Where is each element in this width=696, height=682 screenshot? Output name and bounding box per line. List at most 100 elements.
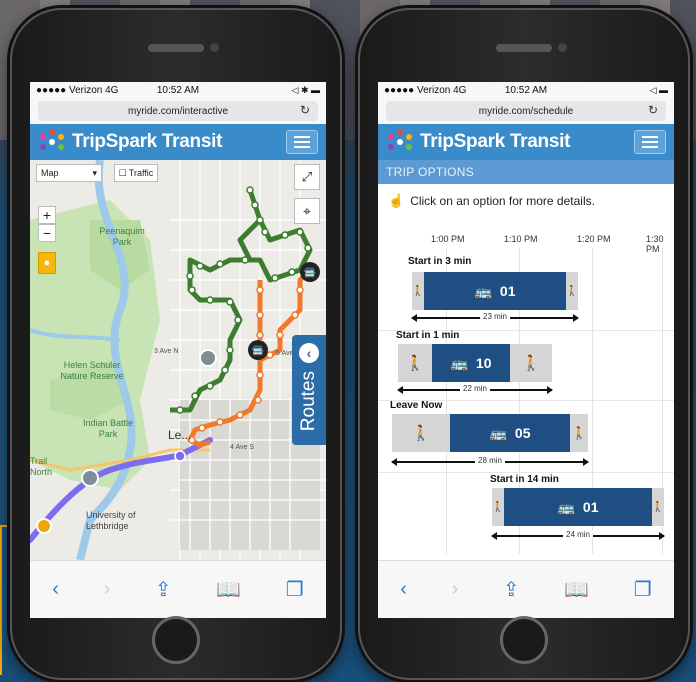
app-header: TripSpark Transit: [30, 124, 326, 160]
trip-start-label: Leave Now: [390, 400, 443, 411]
tripspark-logo: [38, 128, 66, 156]
time-tick: 1:30 PM: [646, 234, 664, 254]
time-tick: 1:20 PM: [577, 234, 611, 244]
zoom-out-button[interactable]: −: [38, 224, 56, 242]
menu-button[interactable]: [634, 130, 666, 154]
duration-text: 22 min: [459, 384, 491, 393]
label-city: Le...: [168, 428, 192, 442]
tabs-icon[interactable]: ❐: [634, 577, 652, 602]
callout-dot: [36, 518, 52, 534]
speaker: [148, 44, 204, 52]
url-bar: myride.com/interactive ↻: [30, 98, 326, 124]
map-type-value: Map: [41, 168, 59, 178]
reload-icon[interactable]: ↻: [300, 103, 310, 117]
walk-icon: 🚶: [510, 344, 552, 382]
tabs-icon[interactable]: ❐: [286, 577, 304, 602]
home-button[interactable]: [500, 616, 548, 664]
back-arrow-icon[interactable]: ‹: [52, 578, 59, 601]
svg-text:🚍: 🚍: [252, 345, 265, 357]
reload-icon[interactable]: ↻: [648, 103, 658, 117]
address-field[interactable]: myride.com/schedule ↻: [386, 101, 666, 121]
walk-icon: 🚶: [570, 414, 588, 452]
label-university: University of Lethbridge: [86, 510, 136, 531]
duration: 28 min: [391, 456, 589, 468]
app-title: TripSpark Transit: [72, 131, 223, 152]
trip-options-header: TRIP OPTIONS: [378, 160, 674, 184]
label-helen: Helen Schuler Nature Reserve: [60, 360, 124, 381]
map-type-select[interactable]: Map ▾: [36, 164, 102, 182]
phone-right: ●●●●● Verizon 4G 10:52 AM ◁ ▬ myride.com…: [358, 8, 690, 680]
zoom-in-button[interactable]: +: [38, 206, 56, 224]
clock: 10:52 AM: [504, 84, 548, 96]
bus-icon: 🚌: [557, 498, 575, 515]
time-axis: 1:00 PM 1:10 PM 1:20 PM 1:30 PM: [378, 234, 674, 254]
bus-icon: 🚌: [450, 354, 468, 371]
trip-start-label: Start in 3 min: [408, 256, 472, 267]
bus-segment: 🚌 01: [424, 272, 566, 310]
camera: [210, 43, 219, 52]
walk-icon: 🚶: [412, 272, 424, 310]
walk-icon: 🚶: [392, 414, 450, 452]
trip-timeline: 1:00 PM 1:10 PM 1:20 PM 1:30 PM Start in…: [378, 234, 674, 554]
bus-segment: 🚌 05: [450, 414, 570, 452]
fullscreen-button[interactable]: ⤢: [294, 164, 320, 190]
traffic-toggle[interactable]: ☐ Traffic: [114, 164, 158, 182]
duration: 22 min: [397, 384, 553, 396]
screen-right: ●●●●● Verizon 4G 10:52 AM ◁ ▬ myride.com…: [378, 82, 674, 618]
home-button[interactable]: [152, 616, 200, 664]
route-number: 01: [582, 499, 599, 515]
app-header: TripSpark Transit: [378, 124, 674, 160]
clock: 10:52 AM: [156, 84, 200, 96]
trip-option[interactable]: Start in 3 min 🚶 🚌 01 🚶 23 min: [378, 256, 674, 326]
time-tick: 1:10 PM: [504, 234, 538, 244]
safari-toolbar: ‹ › ⇪ 📖 ❐: [378, 560, 674, 618]
forward-arrow-icon[interactable]: ›: [452, 578, 459, 601]
routes-label: Routes: [298, 371, 319, 432]
status-bar: ●●●●● Verizon 4G 10:52 AM ◁ ✱ ▬: [30, 82, 326, 98]
trip-option[interactable]: Leave Now 🚶 🚌 05 🚶 28 min: [378, 400, 674, 472]
status-icons: ◁ ▬: [649, 84, 669, 95]
duration-text: 24 min: [562, 530, 594, 539]
label-peenaquim: Peenaquim Park: [99, 226, 145, 247]
chevron-left-icon: ‹: [299, 343, 319, 363]
route-map[interactable]: 🚍 🚍 Peenaquim Park Helen Schuler Nature …: [30, 160, 326, 560]
camera: [558, 43, 567, 52]
instructions: ☝ Click on an option for more details.: [378, 184, 674, 218]
trip-option[interactable]: Start in 1 min 🚶 🚌 10 🚶 22 min: [378, 330, 674, 400]
phone-left: ●●●●● Verizon 4G 10:52 AM ◁ ✱ ▬ myride.c…: [10, 8, 342, 680]
pointer-hand-icon: ☝: [388, 193, 405, 208]
duration: 24 min: [491, 530, 665, 542]
trip-start-label: Start in 14 min: [490, 474, 559, 485]
route-number: 05: [514, 425, 531, 441]
bus-segment: 🚌 10: [432, 344, 510, 382]
walk-icon: 🚶: [566, 272, 578, 310]
routes-panel-tab[interactable]: ‹ Routes: [292, 335, 326, 445]
back-arrow-icon[interactable]: ‹: [400, 578, 407, 601]
duration-text: 23 min: [479, 312, 511, 321]
bookmarks-icon[interactable]: 📖: [564, 577, 589, 602]
carrier: ●●●●● Verizon 4G: [384, 84, 467, 96]
share-icon[interactable]: ⇪: [503, 577, 520, 602]
share-icon[interactable]: ⇪: [155, 577, 172, 602]
instruction-text: Click on an option for more details.: [410, 194, 595, 208]
svg-text:🚍: 🚍: [304, 267, 317, 279]
menu-button[interactable]: [286, 130, 318, 154]
url-text: myride.com/schedule: [478, 105, 574, 117]
forward-arrow-icon[interactable]: ›: [104, 578, 111, 601]
address-field[interactable]: myride.com/interactive ↻: [38, 101, 318, 121]
tripspark-logo: [386, 128, 414, 156]
app-title: TripSpark Transit: [420, 131, 571, 152]
trip-start-label: Start in 1 min: [396, 330, 460, 341]
locate-button[interactable]: ⌖: [294, 198, 320, 224]
row-separator: [378, 472, 674, 473]
status-icons: ◁ ✱ ▬: [291, 84, 321, 95]
callout-line-vertical: [0, 525, 2, 675]
walk-icon: 🚶: [492, 488, 504, 526]
carrier: ●●●●● Verizon 4G: [36, 84, 119, 96]
route-number: 10: [475, 355, 492, 371]
bookmarks-icon[interactable]: 📖: [216, 577, 241, 602]
trip-option[interactable]: Start in 14 min 🚶 🚌 01 🚶 24 min: [378, 474, 674, 544]
street-view-pegman-icon[interactable]: ●: [38, 252, 56, 274]
bus-segment: 🚌 01: [504, 488, 652, 526]
walk-icon: 🚶: [398, 344, 432, 382]
